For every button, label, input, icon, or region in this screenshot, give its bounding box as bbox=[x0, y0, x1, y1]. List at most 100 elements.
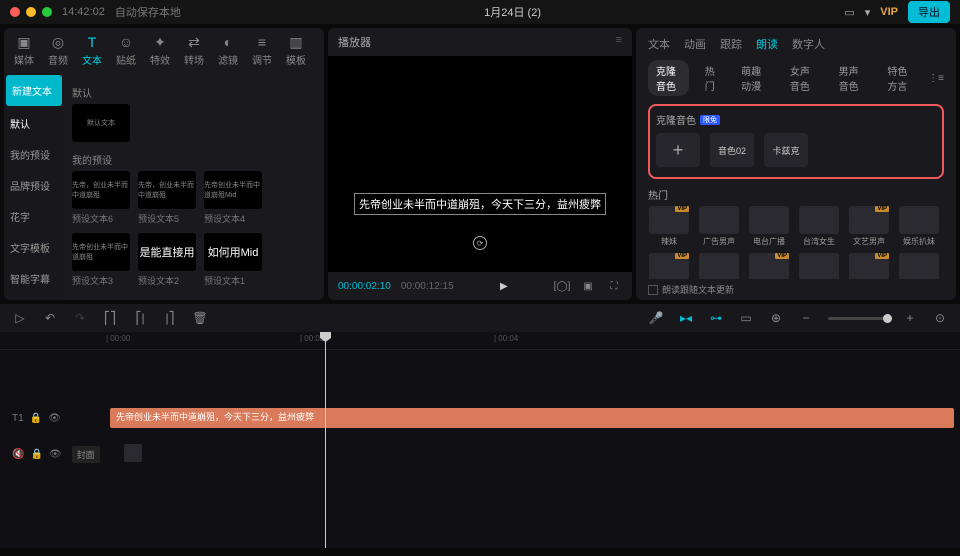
voice-item[interactable]: VIP猴哥 bbox=[848, 253, 890, 279]
text-clip[interactable]: 先帝创业未半而中道崩殂，今天下三分，益州疲弊 bbox=[110, 408, 954, 428]
voice-item[interactable]: 少儿故事 bbox=[898, 253, 940, 279]
preset-item[interactable]: 先帝创业未半而中道崩殂Mid预设文本4 bbox=[204, 171, 262, 225]
chip-more-icon[interactable]: ⋮≡ bbox=[928, 73, 944, 84]
preset-default-text[interactable]: 默认文本 bbox=[72, 104, 130, 142]
compare-icon[interactable]: ▣ bbox=[580, 278, 596, 294]
snap-icon[interactable]: ▸◂ bbox=[678, 311, 694, 325]
voice-item[interactable]: VIP翻牙玲珍 bbox=[748, 253, 790, 279]
zoom-fit-icon[interactable]: ⊙ bbox=[932, 311, 948, 325]
time-ruler[interactable]: | 00:00 | 00:02 | 00:04 bbox=[0, 332, 960, 350]
preset-item[interactable]: 先帝，创业未半而中道崩殂预设文本6 bbox=[72, 171, 130, 225]
align-icon[interactable]: ⊕ bbox=[768, 311, 784, 325]
delete-icon[interactable]: 🗑 bbox=[192, 311, 208, 325]
preview-icon[interactable]: ▭ bbox=[738, 311, 754, 325]
sidebar-fancy[interactable]: 花字 bbox=[4, 201, 64, 232]
split-icon[interactable]: ⎡⎤ bbox=[102, 311, 118, 325]
rtab-tts[interactable]: 朗读 bbox=[756, 36, 778, 52]
zoom-out-icon[interactable]: − bbox=[798, 311, 814, 325]
sidebar-new-text[interactable]: 新建文本 bbox=[6, 75, 62, 106]
mute-icon[interactable]: 🔇 bbox=[12, 449, 24, 460]
chip-anime[interactable]: 萌趣动漫 bbox=[733, 60, 774, 96]
free-badge: 限免 bbox=[700, 115, 720, 125]
voice-item[interactable]: 古风男主 bbox=[798, 253, 840, 279]
undo-icon[interactable]: ↶ bbox=[42, 311, 58, 325]
zoom-slider[interactable] bbox=[828, 317, 888, 320]
layout-icon[interactable]: ▭ bbox=[844, 6, 854, 19]
link-icon[interactable]: ⊶ bbox=[708, 311, 724, 325]
rtab-text[interactable]: 文本 bbox=[648, 36, 670, 52]
player-title: 播放器 bbox=[338, 34, 371, 50]
maximize-window-icon[interactable] bbox=[42, 7, 52, 17]
tab-filter[interactable]: ◐滤镜 bbox=[218, 34, 238, 67]
sidebar-brand-preset[interactable]: 品牌预设 bbox=[4, 170, 64, 201]
layout-dropdown-icon[interactable]: ▾ bbox=[865, 6, 871, 19]
voice-item[interactable]: 电台广播 bbox=[748, 206, 790, 247]
export-button[interactable]: 导出 bbox=[908, 1, 950, 23]
sidebar-smart-sub[interactable]: 智能字幕 bbox=[4, 263, 64, 294]
voice-item[interactable]: VIP辣妹 bbox=[648, 206, 690, 247]
sidebar-text-template[interactable]: 文字模板 bbox=[4, 232, 64, 263]
sidebar-my-preset[interactable]: 我的预设 bbox=[4, 139, 64, 170]
voice-item[interactable]: VIP潮汕大叔 bbox=[648, 253, 690, 279]
pointer-tool-icon[interactable]: ▷ bbox=[12, 311, 28, 325]
rtab-anim[interactable]: 动画 bbox=[684, 36, 706, 52]
tab-media[interactable]: ▣媒体 bbox=[14, 34, 34, 67]
split-left-icon[interactable]: ⎡| bbox=[132, 311, 148, 325]
split-right-icon[interactable]: |⎤ bbox=[162, 311, 178, 325]
close-window-icon[interactable] bbox=[10, 7, 20, 17]
rtab-digital[interactable]: 数字人 bbox=[792, 36, 825, 52]
voice-item[interactable]: 川妹子 bbox=[698, 253, 740, 279]
preset-item[interactable]: 是能直接用预设文本2 bbox=[138, 233, 196, 287]
chip-female[interactable]: 女声音色 bbox=[782, 60, 823, 96]
play-button[interactable]: ▶ bbox=[496, 278, 512, 294]
voice-item[interactable]: VIP文艺男声 bbox=[848, 206, 890, 247]
ratio-icon[interactable]: [◯] bbox=[554, 278, 570, 294]
rtab-track[interactable]: 跟踪 bbox=[720, 36, 742, 52]
lock-icon[interactable]: 🔒 bbox=[30, 413, 42, 424]
tab-sticker[interactable]: ☺贴纸 bbox=[116, 34, 136, 67]
fullscreen-icon[interactable]: ⛶ bbox=[606, 278, 622, 294]
preset-item[interactable]: 先帝创业未半而中道崩殂预设文本3 bbox=[72, 233, 130, 287]
voice-tile[interactable]: 音色02 bbox=[710, 133, 754, 167]
tab-effect[interactable]: ✦特效 bbox=[150, 34, 170, 67]
visible-icon[interactable]: 👁 bbox=[49, 449, 62, 460]
player-viewport[interactable]: 先帝创业未半而中道崩殂，今天下三分，益州疲弊 ⟳ bbox=[328, 56, 632, 272]
chip-clone[interactable]: 克隆音色 bbox=[648, 60, 689, 96]
tab-audio[interactable]: ◎音频 bbox=[48, 34, 68, 67]
player-menu-icon[interactable]: ≡ bbox=[616, 34, 622, 50]
cover-tag[interactable]: 封面 bbox=[72, 446, 100, 463]
add-voice-button[interactable]: + bbox=[656, 133, 700, 167]
lock-icon[interactable]: 🔒 bbox=[30, 449, 42, 460]
timeline[interactable]: | 00:00 | 00:02 | 00:04 T1 🔒 👁 先帝创业未半而中道… bbox=[0, 332, 960, 548]
transition-icon: ⇄ bbox=[186, 34, 202, 50]
sidebar-default[interactable]: 默认 bbox=[4, 108, 64, 139]
minimize-window-icon[interactable] bbox=[26, 7, 36, 17]
vip-badge[interactable]: VIP bbox=[880, 6, 898, 18]
chip-male[interactable]: 男声音色 bbox=[831, 60, 872, 96]
tab-adjust[interactable]: ≡调节 bbox=[252, 34, 272, 67]
rotate-handle-icon[interactable]: ⟳ bbox=[473, 236, 487, 250]
playhead[interactable] bbox=[325, 332, 326, 548]
voice-item[interactable]: 娱乐扒妹 bbox=[898, 206, 940, 247]
hot-label: 热门 bbox=[648, 187, 944, 202]
voice-tile[interactable]: 卡兹克 bbox=[764, 133, 808, 167]
media-clip[interactable] bbox=[124, 444, 142, 462]
mic-icon[interactable]: 🎤 bbox=[648, 311, 664, 325]
zoom-in-icon[interactable]: + bbox=[902, 311, 918, 325]
sidebar-lyrics[interactable]: 识别歌词 bbox=[4, 294, 64, 300]
tab-template[interactable]: ▥模板 bbox=[286, 34, 306, 67]
playhead-time: 00:00:02:10 bbox=[338, 281, 391, 292]
visible-icon[interactable]: 👁 bbox=[48, 413, 61, 424]
chip-hot[interactable]: 热门 bbox=[697, 60, 725, 96]
checkbox-icon[interactable] bbox=[648, 285, 658, 295]
voice-item[interactable]: 台湾女生 bbox=[798, 206, 840, 247]
subtitle-text[interactable]: 先帝创业未半而中道崩殂，今天下三分，益州疲弊 bbox=[354, 193, 606, 215]
tab-transition[interactable]: ⇄转场 bbox=[184, 34, 204, 67]
redo-icon[interactable]: ↷ bbox=[72, 311, 88, 325]
tab-text[interactable]: T文本 bbox=[82, 34, 102, 67]
vip-icon: VIP bbox=[875, 206, 889, 212]
chip-special[interactable]: 特色方言 bbox=[879, 60, 920, 96]
voice-item[interactable]: 广告男声 bbox=[698, 206, 740, 247]
preset-item[interactable]: 先帝，创业未半而中道崩殂预设文本5 bbox=[138, 171, 196, 225]
preset-item[interactable]: 如何用Mid预设文本1 bbox=[204, 233, 262, 287]
